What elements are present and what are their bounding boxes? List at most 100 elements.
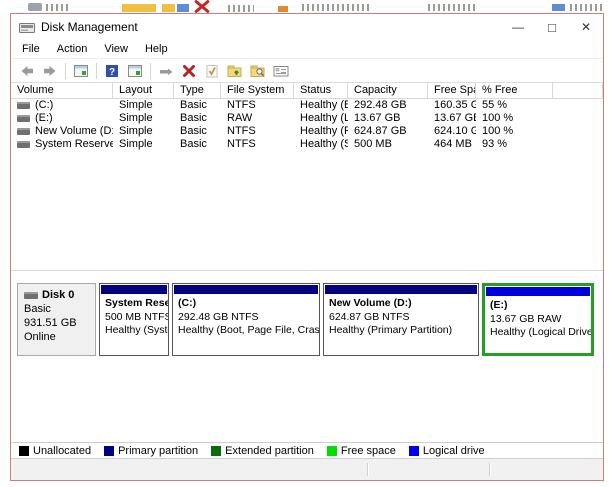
volume-row-c[interactable]: (C:) Simple Basic NTFS Healthy (B... 292… [11, 99, 603, 112]
forward-button[interactable] [40, 61, 60, 81]
partition-type-bar [486, 287, 590, 296]
back-button[interactable] [17, 61, 37, 81]
disk-management-app-icon [19, 21, 35, 34]
volume-icon [17, 115, 30, 122]
volume-capacity: 624.87 GB [348, 125, 428, 138]
partition-name: (E:) [490, 299, 591, 313]
volume-capacity: 13.67 GB [348, 112, 428, 125]
partition-name: New Volume (D:) [329, 297, 478, 311]
partition-strip: System Reserv 500 MB NTFS Healthy (Syste… [99, 283, 594, 356]
column-header-type[interactable]: Type [174, 83, 221, 99]
console-window-button[interactable] [71, 61, 91, 81]
open-folder-button[interactable] [225, 61, 245, 81]
volume-icon [17, 141, 30, 148]
legend-logical-drive: Logical drive [409, 445, 485, 457]
volume-free-space: 464 MB [428, 138, 476, 151]
disk-label: Disk 0 [42, 288, 74, 302]
volume-name: (C:) [35, 99, 53, 112]
volume-status: Healthy (L... [294, 112, 348, 125]
volume-row-d[interactable]: New Volume (D:) Simple Basic NTFS Health… [11, 125, 603, 138]
menu-bar: File Action View Help [11, 40, 603, 58]
volume-free-space: 160.35 GB [428, 99, 476, 112]
legend-extended-partition: Extended partition [211, 445, 314, 457]
menu-file[interactable]: File [22, 43, 40, 55]
volume-status: Healthy (B... [294, 99, 348, 112]
action-pane-button[interactable] [156, 61, 176, 81]
status-bar-divider [489, 463, 490, 476]
help-button[interactable]: ? [102, 61, 122, 81]
legend-label: Unallocated [33, 445, 91, 457]
partition-system-reserved[interactable]: System Reserv 500 MB NTFS Healthy (Syste… [99, 283, 169, 356]
disk0-row: Disk 0 Basic 931.51 GB Online System Res… [17, 283, 603, 356]
partition-c[interactable]: (C:) 292.48 GB NTFS Healthy (Boot, Page … [172, 283, 320, 356]
background-clutter-fragment [428, 4, 478, 11]
column-header-status[interactable]: Status [294, 83, 348, 99]
partition-size: 624.87 GB NTFS [329, 311, 478, 325]
disk-management-window: Disk Management — □ ✕ File Action View H… [10, 13, 604, 481]
toolbar-separator [96, 63, 97, 79]
background-clutter-fragment [122, 4, 156, 12]
volume-file-system: NTFS [221, 99, 294, 112]
properties-check-icon [204, 63, 220, 79]
column-header-volume[interactable]: Volume [11, 83, 113, 99]
volume-name: (E:) [35, 112, 53, 125]
status-bar-divider [367, 463, 368, 476]
volume-type: Basic [174, 99, 221, 112]
volume-row-e[interactable]: (E:) Simple Basic RAW Healthy (L... 13.6… [11, 112, 603, 125]
toolbar: ? [11, 58, 603, 83]
delete-volume-button[interactable] [179, 61, 199, 81]
partition-size: 500 MB NTFS [105, 311, 168, 325]
volume-file-system: RAW [221, 112, 294, 125]
back-arrow-icon [19, 63, 35, 79]
volume-capacity: 292.48 GB [348, 99, 428, 112]
details-view-button[interactable] [271, 61, 291, 81]
volume-free-space: 13.67 GB [428, 112, 476, 125]
volume-file-system: NTFS [221, 138, 294, 151]
volume-name: New Volume (D:) [35, 125, 113, 138]
legend-primary-partition: Primary partition [104, 445, 198, 457]
maximize-button[interactable]: □ [535, 20, 569, 35]
disk-icon [24, 292, 38, 299]
partition-d[interactable]: New Volume (D:) 624.87 GB NTFS Healthy (… [323, 283, 479, 356]
volume-layout: Simple [113, 112, 174, 125]
disk-kind: Basic [24, 302, 95, 316]
legend-swatch-free-space [327, 446, 337, 456]
disk-size: 931.51 GB [24, 316, 95, 330]
explore-folder-button[interactable] [248, 61, 268, 81]
volume-layout: Simple [113, 125, 174, 138]
background-clutter-fragment [228, 5, 254, 12]
details-list-icon [273, 63, 289, 79]
column-header-layout[interactable]: Layout [113, 83, 174, 99]
folder-up-icon [227, 63, 243, 79]
partition-name: System Reserv [105, 297, 168, 311]
toolbar-separator [65, 63, 66, 79]
console-tree-icon [127, 63, 143, 79]
minimize-button[interactable]: — [501, 20, 535, 34]
column-header-capacity[interactable]: Capacity [348, 83, 428, 99]
column-header-blank [553, 83, 603, 99]
svg-text:?: ? [109, 67, 115, 78]
volume-row-system-reserved[interactable]: System Reserved Simple Basic NTFS Health… [11, 138, 603, 151]
column-header-pct-free[interactable]: % Free [476, 83, 553, 99]
partition-type-bar [101, 285, 167, 294]
volume-file-system: NTFS [221, 125, 294, 138]
partition-e-selected[interactable]: (E:) 13.67 GB RAW Healthy (Logical Drive… [482, 283, 594, 356]
action-pointer-icon [158, 63, 174, 79]
volume-pct-free: 93 % [476, 138, 553, 151]
disk0-info-panel[interactable]: Disk 0 Basic 931.51 GB Online [17, 283, 96, 356]
column-header-free-space[interactable]: Free Spa... [428, 83, 476, 99]
properties-button[interactable] [202, 61, 222, 81]
console-tree-button[interactable] [125, 61, 145, 81]
menu-action[interactable]: Action [57, 43, 88, 55]
column-header-file-system[interactable]: File System [221, 83, 294, 99]
window-title: Disk Management [41, 20, 138, 34]
close-button[interactable]: ✕ [569, 20, 603, 34]
menu-view[interactable]: View [104, 43, 128, 55]
volume-list-pane: Volume Layout Type File System Status Ca… [11, 83, 603, 271]
partition-size: 292.48 GB NTFS [178, 311, 319, 325]
legend-label: Extended partition [225, 445, 314, 457]
menu-help[interactable]: Help [145, 43, 168, 55]
legend-swatch-unallocated [19, 446, 29, 456]
legend-swatch-primary [104, 446, 114, 456]
volume-pct-free: 100 % [476, 112, 553, 125]
